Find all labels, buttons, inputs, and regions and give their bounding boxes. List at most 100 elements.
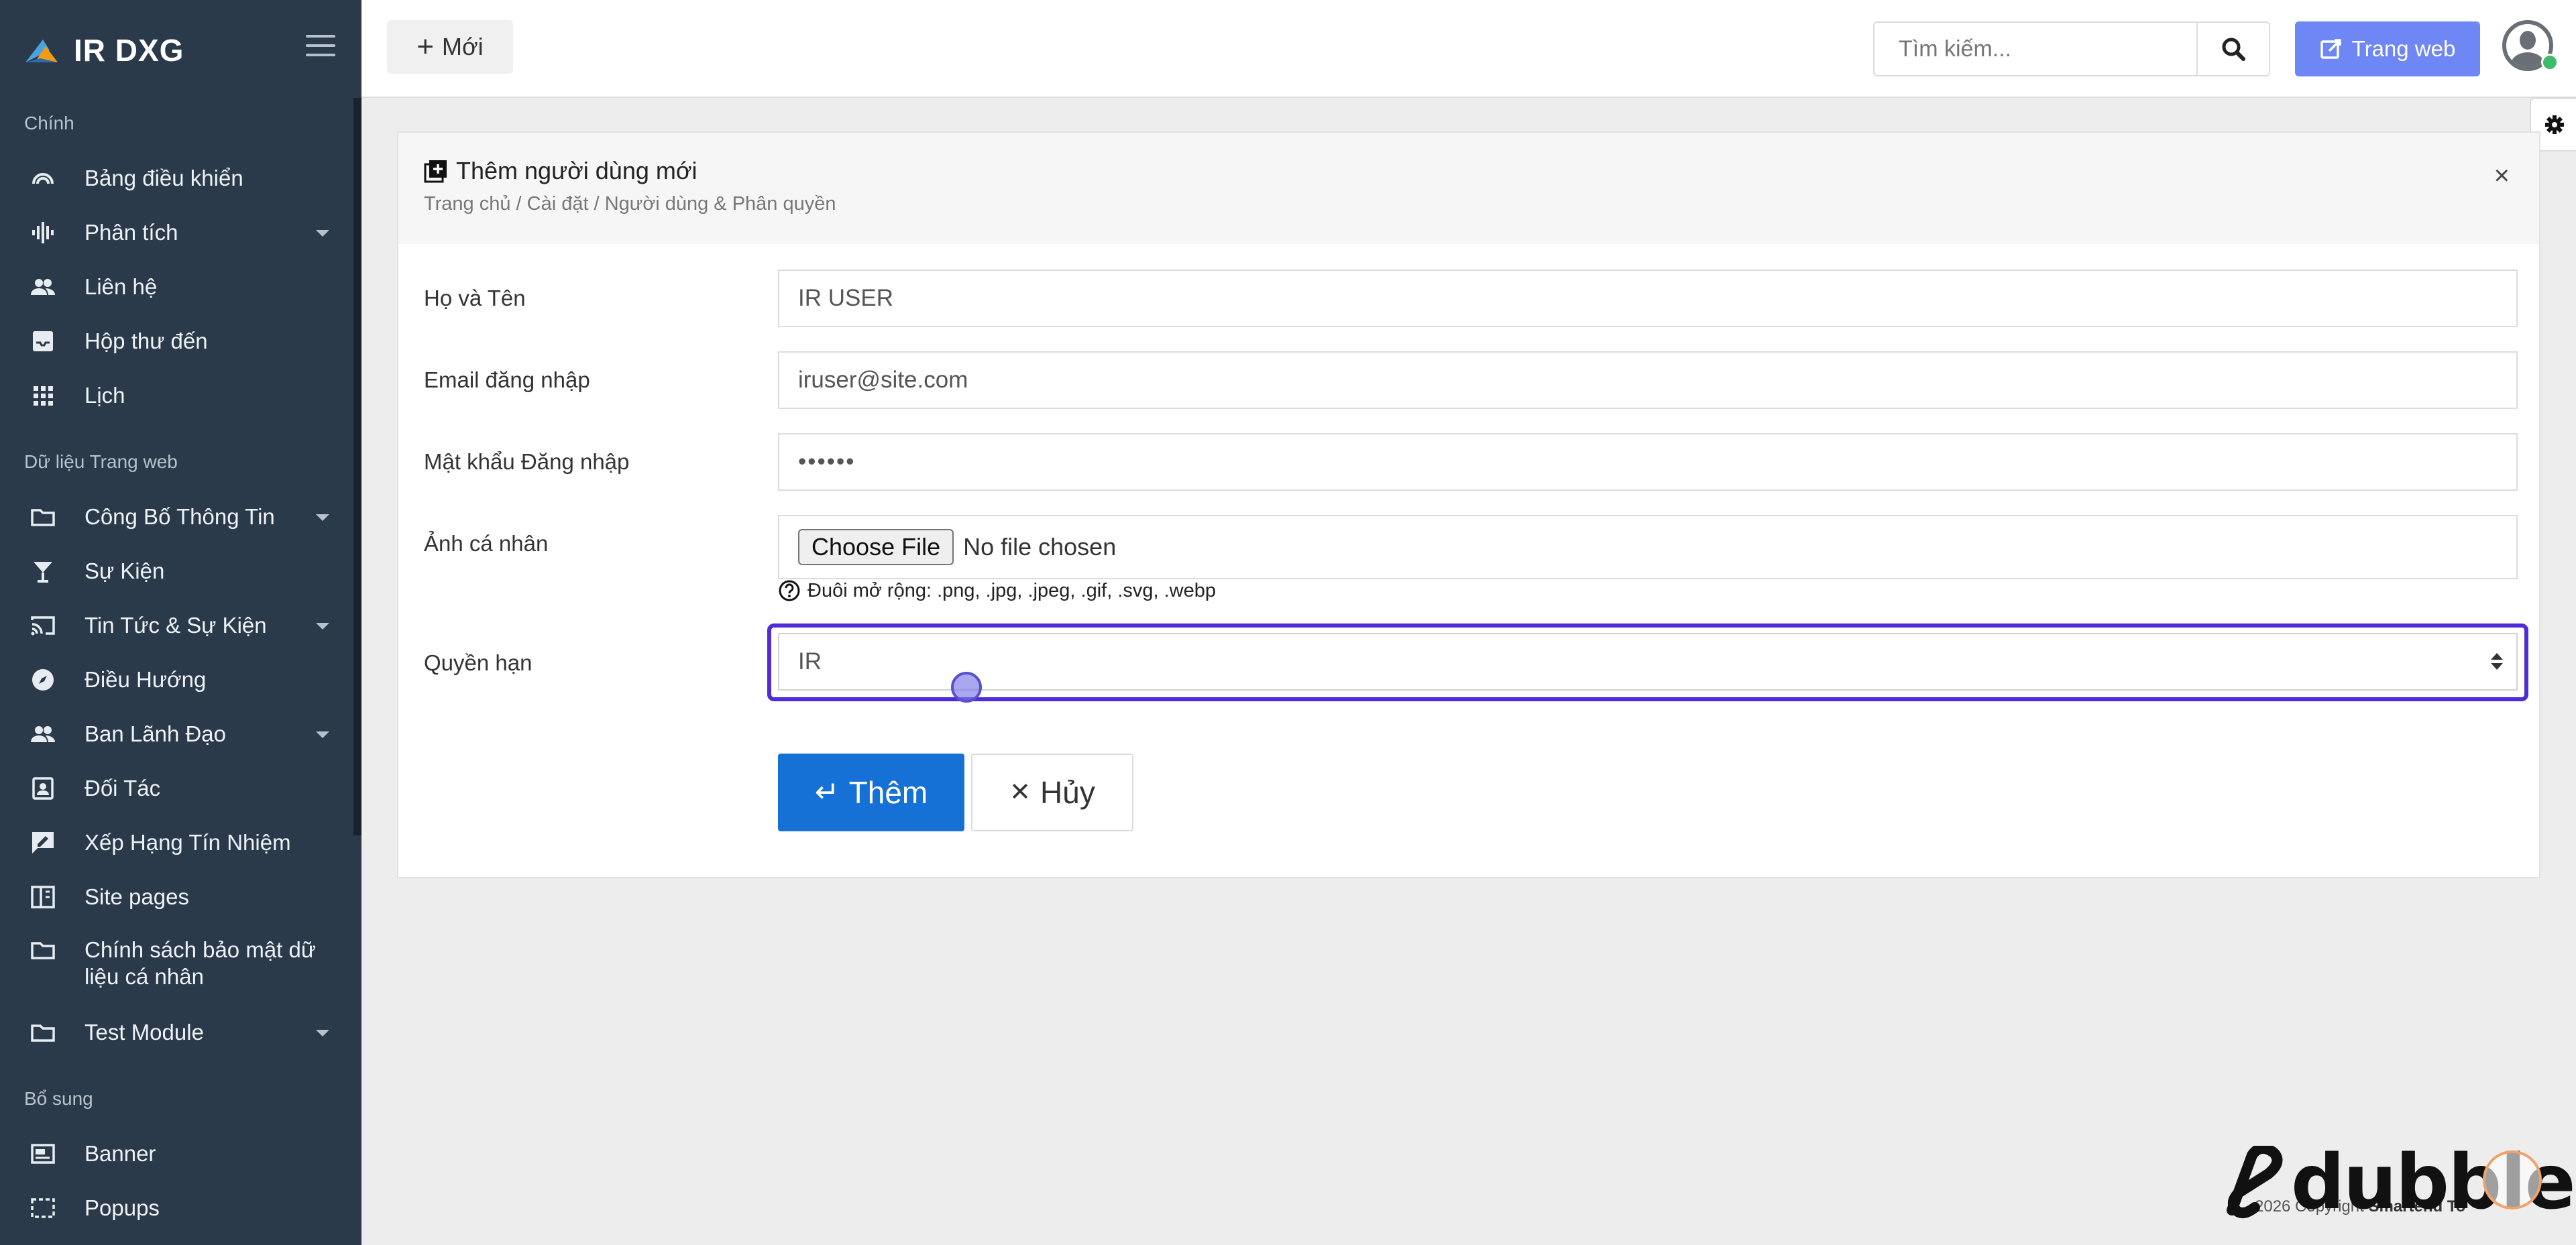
chevron-down-icon [316,514,329,521]
chevron-down-icon [316,623,329,630]
popup-icon [30,1195,56,1222]
people-icon [30,721,56,748]
role-select[interactable]: IR [778,633,2518,691]
sidebar-item-calendar[interactable]: Lịch [0,369,353,422]
chat-widget-button[interactable] [2483,1150,2542,1209]
sidebar-item-inbox[interactable]: Hộp thư đến [0,314,353,368]
sidebar-item-label: Hộp thư đến [85,329,208,353]
mouse-cursor-indicator [951,672,982,703]
new-button-label: Mới [442,33,484,60]
chevron-down-icon [316,230,329,237]
search-button[interactable] [2196,21,2270,76]
sidebar-section-main: Chính [24,113,74,133]
sidebar-item-label: Lịch [85,383,125,408]
sidebar-item-dashboard[interactable]: Bảng điều khiển [0,152,353,205]
brand[interactable]: IR DXG [23,27,184,74]
online-status-dot [2541,54,2559,71]
dubble-logo-icon [2227,1146,2283,1219]
rate-review-icon [30,829,56,856]
dashboard-gauge-icon [30,165,56,192]
sidebar-item-popups[interactable]: Popups [0,1181,353,1235]
sidebar-item-navigation[interactable]: Điều Hướng [0,653,353,707]
enter-arrow-icon: ↵ [814,776,840,809]
select-arrows-icon [2491,653,2503,670]
sidebar-item-label: Bảng điều khiển [85,166,243,190]
new-button[interactable]: + Mới [387,20,513,74]
external-edit-icon [2320,38,2343,60]
top-bar: + Mới Trang web [361,0,2576,98]
cast-icon [30,612,56,639]
sidebar-section-extras: Bổ sung [24,1088,93,1109]
sidebar: IR DXG Chính Bảng điều khiển Phân tích L… [0,0,361,1245]
compass-icon [30,666,56,693]
sidebar-item-banner[interactable]: Banner [0,1127,353,1181]
sidebar-item-leadership[interactable]: Ban Lãnh Đạo [0,707,353,761]
add-box-icon [424,159,448,183]
folder-icon [30,503,56,530]
sidebar-item-credit-rating[interactable]: Xếp Hạng Tín Nhiệm [0,816,353,870]
audio-wave-icon [30,219,56,246]
avatar-upload-label: Ảnh cá nhân [424,531,549,556]
cancel-button[interactable]: ✕ Hủy [971,754,1133,831]
gear-icon [2544,115,2564,134]
banner-icon [30,1140,56,1167]
menu-toggle-icon[interactable] [306,35,335,59]
close-icon[interactable]: × [2494,162,2510,189]
search-icon [2222,38,2245,61]
chevron-down-icon [316,1030,329,1036]
name-label: Họ và Tên [424,286,526,310]
sidebar-item-events[interactable]: Sự Kiện [0,544,353,598]
email-field[interactable]: iruser@site.com [778,351,2518,409]
sidebar-item-label: Banner [85,1141,156,1166]
role-label: Quyền hạn [424,650,533,675]
search-input[interactable] [1873,21,2198,76]
password-label: Mật khẩu Đăng nhập [424,449,630,474]
folder-icon [30,1019,56,1046]
avatar-file-input[interactable]: Choose File No file chosen [778,515,2518,579]
cocktail-glass-icon [30,558,56,585]
sidebar-item-site-pages[interactable]: Site pages [0,870,353,924]
sidebar-item-privacy-policy[interactable]: Chính sách bảo mật dữ liệu cá nhân [0,925,353,1005]
file-extensions-text: Đuôi mở rộng: .png, .jpg, .jpeg, .gif, .… [807,579,1216,601]
name-field[interactable]: IR USER [778,270,2518,327]
book-pages-icon [30,884,56,910]
sidebar-item-label: Chính sách bảo mật dữ liệu cá nhân [85,937,316,989]
sidebar-item-disclosure[interactable]: Công Bố Thông Tin [0,490,353,544]
sidebar-item-analytics[interactable]: Phân tích [0,206,353,259]
page-title: Thêm người dùng mới [424,157,697,185]
sidebar-item-label: Popups [85,1195,160,1220]
sidebar-item-label: Site pages [85,884,189,909]
sidebar-item-partners[interactable]: Đối Tác [0,762,353,815]
sidebar-item-test-module[interactable]: Test Module [0,1006,353,1059]
add-user-card: Thêm người dùng mới Trang chủ / Cài đặt … [397,131,2540,878]
sidebar-item-contacts[interactable]: Liên hệ [0,260,353,314]
sidebar-item-label: Xếp Hạng Tín Nhiệm [85,830,291,855]
help-circle-icon [778,579,801,602]
inbox-icon [30,328,56,355]
add-submit-button[interactable]: ↵ Thêm [778,754,964,831]
file-extensions-hint: Đuôi mở rộng: .png, .jpg, .jpeg, .gif, .… [778,579,1216,602]
sidebar-scrollbar[interactable] [353,98,361,835]
sidebar-item-label: Điều Hướng [85,667,207,692]
brand-name: IR DXG [74,33,184,68]
website-button-label: Trang web [2351,36,2456,61]
sidebar-item-label: Liên hệ [85,274,158,299]
grid-apps-icon [30,382,56,409]
no-file-text: No file chosen [963,533,1117,560]
folder-icon [30,937,56,963]
plus-icon: + [416,30,435,63]
sidebar-item-label: Công Bố Thông Tin [85,504,275,529]
sidebar-item-label: Tin Tức & Sự Kiện [85,613,267,638]
password-field[interactable]: •••••• [778,433,2518,491]
close-icon: ✕ [1009,778,1031,807]
website-button[interactable]: Trang web [2295,21,2480,76]
sidebar-item-label: Phân tích [85,220,178,245]
sidebar-item-news[interactable]: Tin Tức & Sự Kiện [0,599,353,652]
choose-file-button[interactable]: Choose File [798,529,954,565]
page-title-text: Thêm người dùng mới [456,157,697,184]
chevron-down-icon [316,731,329,738]
brand-logo-icon [25,40,58,62]
breadcrumb: Trang chủ / Cài đặt / Người dùng & Phân … [424,193,836,215]
card-header: Thêm người dùng mới Trang chủ / Cài đặt … [398,133,2539,244]
role-select-value: IR [798,648,822,674]
